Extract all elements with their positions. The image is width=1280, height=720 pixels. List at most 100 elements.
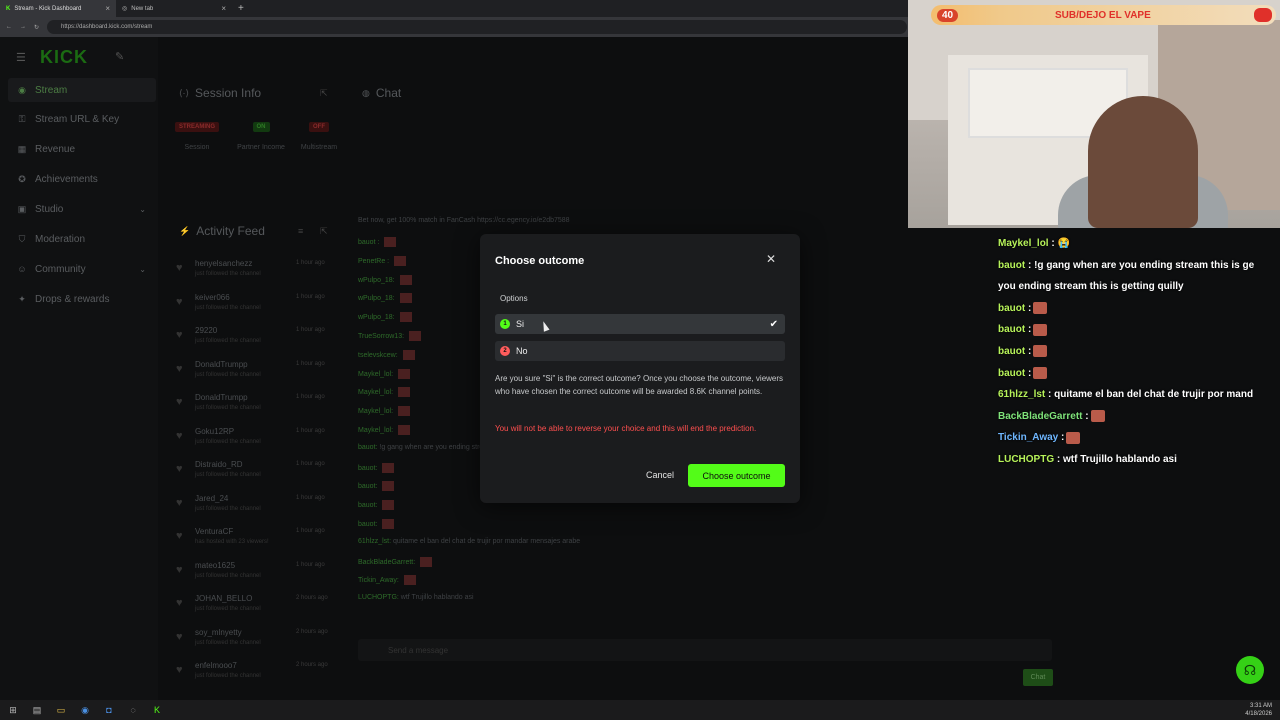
chrome-icon[interactable]: ◉ <box>78 703 92 717</box>
windows-start-icon[interactable]: ⊞ <box>6 703 20 717</box>
emote-icon <box>399 312 412 323</box>
app-icon[interactable]: ◘ <box>102 703 116 717</box>
filter-icon[interactable]: ≡ <box>298 226 303 236</box>
outcome-option-no[interactable]: 2 No <box>495 341 785 361</box>
chat-message: 61hlzz_lst: quitame el ban del chat de t… <box>358 538 580 545</box>
chat-input[interactable]: Send a message <box>358 639 1052 661</box>
sidebar-item-label: Drops & rewards <box>35 293 110 305</box>
menu-icon[interactable]: ☰ <box>16 51 26 64</box>
emote-icon <box>394 255 407 266</box>
sidebar-item-studio[interactable]: ▣ Studio ⌄ <box>8 197 156 221</box>
heart-icon: ♥ <box>176 664 183 676</box>
overlay-chat-text: : !g gang when are you ending stream thi… <box>1025 259 1255 271</box>
emote-icon <box>384 237 397 247</box>
activity-time: 1 hour ago <box>296 260 325 266</box>
overlay-chat-message: BackBladeGarrett : <box>998 408 1105 426</box>
chevron-down-icon: ⌄ <box>139 204 146 214</box>
follower-name: 29220 <box>195 326 218 335</box>
chat-message: Maykel_lol: <box>358 406 410 417</box>
file-explorer-icon[interactable]: ▭ <box>54 703 68 717</box>
sidebar-item-stream[interactable]: ◉ Stream <box>8 78 156 102</box>
sidebar-item-label: Stream <box>35 84 68 96</box>
activity-feed-item: ♥ DonaldTrumpp just followed the channel 1 … <box>172 393 342 426</box>
new-tab-plus-icon[interactable]: + <box>238 3 244 14</box>
overlay-chat-username: bauot <box>998 367 1026 379</box>
close-tab-icon[interactable]: × <box>105 4 110 13</box>
close-tab-icon[interactable]: × <box>221 4 226 13</box>
options-label: Options <box>500 294 528 303</box>
session-stat: STREAMING Session <box>172 122 222 151</box>
pin-icon[interactable]: ✎ <box>115 50 124 63</box>
emote-icon <box>1033 323 1048 336</box>
terminal-icon[interactable]: ▤ <box>30 703 44 717</box>
choose-outcome-button[interactable]: Choose outcome <box>688 464 785 487</box>
activity-time: 2 hours ago <box>296 662 328 668</box>
popout-icon[interactable]: ⇱ <box>320 226 328 237</box>
help-chat-button[interactable]: ☊ <box>1236 656 1264 684</box>
activity-time: 2 hours ago <box>296 628 328 635</box>
heart-icon: ♥ <box>176 295 183 308</box>
emote-icon <box>382 519 395 529</box>
activity-description: just followed the channel <box>195 673 261 679</box>
chat-message: wPulpo_18: <box>358 293 412 304</box>
overlay-chat-message: Maykel_lol : 😭 <box>998 235 1070 253</box>
chat-message: wPulpo_18: <box>358 312 412 323</box>
chat-text: wtf Trujillo hablando asi <box>400 594 474 602</box>
status-badge: STREAMING <box>175 122 219 132</box>
overlay-chat-text: : <box>1025 346 1032 357</box>
overlay-chat-message: bauot : <box>998 365 1048 383</box>
chat-message: tselevskcew: <box>358 349 415 360</box>
chat-message: TrueSorrow13: <box>358 331 421 341</box>
sidebar-item-community[interactable]: ☺ Community ⌄ <box>8 257 156 281</box>
reload-icon[interactable]: ↻ <box>34 24 39 31</box>
cancel-button[interactable]: Cancel <box>640 466 680 484</box>
chat-username: Maykel_lol: <box>358 408 394 416</box>
follower-name: Jared_24 <box>195 493 229 503</box>
chat-send-button[interactable]: Chat <box>1023 669 1053 686</box>
activity-time: 1 hour ago <box>296 528 325 534</box>
choose-outcome-label: Choose outcome <box>702 470 771 481</box>
activity-feed-item: ♥ mateo1625 just followed the channel 1 hou… <box>172 561 342 594</box>
emote-icon <box>397 368 410 379</box>
popout-icon[interactable]: ⇱ <box>320 88 328 99</box>
activity-time: 1 hour ago <box>296 360 325 367</box>
overlay-chat-message: bauot : !g gang when are you ending stre… <box>998 257 1254 275</box>
activity-description: just followed the channel <box>195 304 261 311</box>
sidebar-item-moderation[interactable]: ⛉ Moderation <box>8 227 156 251</box>
outcome-option-si[interactable]: 1 Si ✔ <box>495 314 785 334</box>
kick-tab-icon: K <box>6 5 11 12</box>
chat-message: bauot: <box>358 481 395 492</box>
sidebar-item-drops-rewards[interactable]: ✦ Drops & rewards <box>8 287 156 311</box>
chat-username: 61hlzz_lst: <box>358 537 392 545</box>
status-badge: OFF <box>309 122 329 132</box>
overlay-chat-username: bauot <box>998 259 1026 271</box>
multistream-stat: OFF Multistream <box>294 122 344 151</box>
sidebar-item-achievements[interactable]: ✪ Achievements <box>8 167 156 191</box>
warning-text: You will not be able to reverse your cho… <box>495 424 757 433</box>
sidebar-item-stream-url-key[interactable]: ⚿ Stream URL & Key <box>8 107 156 131</box>
sidebar-item-revenue[interactable]: ▦ Revenue <box>8 137 156 161</box>
chat-username: Tickin_Away: <box>358 577 399 585</box>
url-field[interactable]: https://dashboard.kick.com/stream <box>47 20 908 34</box>
overlay-chat-username: BackBladeGarrett <box>998 410 1083 422</box>
tab-new-tab[interactable]: ◎ New tab × <box>116 0 232 17</box>
back-icon[interactable]: ← <box>6 24 12 30</box>
close-icon[interactable]: ✕ <box>766 252 776 266</box>
sidebar-item-label: Community <box>35 263 86 275</box>
emote-icon <box>382 462 395 473</box>
key-icon: ⚿ <box>18 113 26 124</box>
url-text: https://dashboard.kick.com/stream <box>61 24 153 30</box>
tab-kick-dashboard[interactable]: K Stream - Kick Dashboard × <box>0 0 116 17</box>
obs-icon[interactable]: ◌ <box>126 703 140 717</box>
choose-outcome-modal: Choose outcome ✕ Options 1 Si ✔ 2 No Are… <box>480 234 800 503</box>
emote-icon <box>1090 410 1105 423</box>
sidebar: ☰ KICK ✎ ◉ Stream ⚿ Stream URL & Key ▦ R… <box>0 37 158 700</box>
activity-feed-item: ♥ DonaldTrumpp just followed the channel 1 … <box>172 360 342 393</box>
forward-icon[interactable]: → <box>20 24 26 30</box>
follower-name: DonaldTrumpp <box>195 393 248 402</box>
option-number-badge: 1 <box>500 319 510 329</box>
activity-time: 1 hour ago <box>296 293 325 300</box>
stat-label: Multistream <box>300 144 338 151</box>
session-info-header: ⟨·⟩ Session Info <box>179 86 261 100</box>
kick-app-icon[interactable]: K <box>150 703 164 717</box>
